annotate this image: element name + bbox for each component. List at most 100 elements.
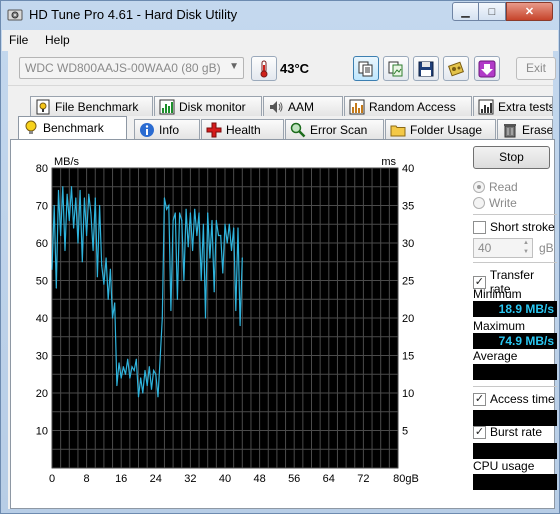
close-icon: ✕ xyxy=(524,6,535,18)
chart-data-point xyxy=(155,373,157,375)
chart-data-point xyxy=(150,388,153,390)
chart-data-point xyxy=(222,272,224,274)
spinner-arrows-icon[interactable]: ▲ ▼ xyxy=(520,239,532,257)
menu-file[interactable]: File xyxy=(9,33,28,47)
chart-data-point xyxy=(105,257,107,259)
chart-data-point xyxy=(70,186,73,188)
benchmark-chart: 80 70 60 50 40 30 20 10 40 35 30 25 20 15 10 5 0 8 16 24 32 4… xyxy=(18,146,422,491)
download-arrow-icon xyxy=(478,60,496,77)
write-radio[interactable]: Write xyxy=(473,196,517,210)
short-stroke-input[interactable]: 40 ▲ ▼ xyxy=(473,238,533,258)
trash-icon xyxy=(502,122,518,138)
tab-aam[interactable]: AAM xyxy=(263,96,343,116)
chart-x-tick-label: 72 xyxy=(357,473,369,485)
bar-chart-icon xyxy=(159,99,175,115)
chart-data-point xyxy=(146,384,148,387)
chart-data-point xyxy=(135,358,137,360)
maximum-value: 74.9 MB/s xyxy=(473,333,557,349)
temperature-button[interactable] xyxy=(251,56,277,81)
title-bar[interactable]: HD Tune Pro 4.61 - Hard Disk Utility ▁ □… xyxy=(1,1,559,29)
tab-label: Disk monitor xyxy=(179,99,246,114)
floppy-disk-icon xyxy=(418,61,434,76)
chart-y-tick-label: 30 xyxy=(36,351,48,363)
check-icon: ✓ xyxy=(473,392,486,406)
tab-folder-usage[interactable]: Folder Usage xyxy=(385,119,496,139)
chart-data-point xyxy=(53,204,55,207)
chart-data-point xyxy=(96,276,99,278)
chart-data-point xyxy=(235,309,237,312)
chart-data-point xyxy=(60,234,62,237)
chart-data-point xyxy=(116,384,118,387)
access-time-checkbox[interactable]: ✓ Access time xyxy=(473,392,555,406)
chart-data-point xyxy=(202,223,204,225)
short-stroke-label: Short stroke xyxy=(490,220,555,234)
tab-disk-monitor[interactable]: Disk monitor xyxy=(154,96,262,116)
main-window: HD Tune Pro 4.61 - Hard Disk Utility ▁ □… xyxy=(0,0,560,514)
chart-data-point xyxy=(94,197,96,199)
maximize-button[interactable]: □ xyxy=(479,2,506,21)
tab-error-scan[interactable]: Error Scan xyxy=(285,119,384,139)
exit-button[interactable]: Exit xyxy=(516,57,556,80)
chart-y-tick-label: 40 xyxy=(36,313,48,325)
tab-file-benchmark[interactable]: File Benchmark xyxy=(30,96,153,116)
chart-data-point xyxy=(133,369,135,372)
chart-data-point xyxy=(241,257,243,259)
options-button[interactable] xyxy=(443,56,469,81)
chart-data-point xyxy=(194,208,196,210)
minimum-value: 18.9 MB/s xyxy=(473,301,557,317)
chart-y-tick-label: 20 xyxy=(36,388,48,400)
copy-screenshot-button[interactable] xyxy=(383,56,409,81)
chart-data-point xyxy=(103,283,105,285)
short-stroke-unit: gB xyxy=(539,241,554,255)
tab-benchmark[interactable]: Benchmark xyxy=(18,116,127,139)
burst-rate-checkbox[interactable]: ✓ Burst rate xyxy=(473,425,542,439)
close-button[interactable]: ✕ xyxy=(506,2,553,21)
chart-data-point xyxy=(157,396,159,398)
chart-data-point xyxy=(51,268,53,270)
copy-text-button[interactable] xyxy=(353,56,379,81)
tab-extra-tests[interactable]: Extra tests xyxy=(473,96,553,116)
chart-data-point xyxy=(196,234,198,237)
tab-erase[interactable]: Erase xyxy=(497,119,553,139)
tab-random-access[interactable]: Random Access xyxy=(344,96,472,116)
chart-y2-tick-label: 30 xyxy=(402,238,414,250)
short-stroke-value: 40 xyxy=(478,241,492,255)
divider xyxy=(473,262,557,263)
chart-data-point xyxy=(131,366,133,368)
chart-data-point xyxy=(239,324,241,327)
chart-data-point xyxy=(144,369,146,372)
short-stroke-checkbox[interactable]: Short stroke xyxy=(473,220,555,234)
chart-data-point xyxy=(62,186,64,188)
menu-help[interactable]: Help xyxy=(45,33,70,47)
read-radio[interactable]: Read xyxy=(473,180,518,194)
tab-label: Extra tests xyxy=(498,99,553,114)
tab-label: Benchmark xyxy=(43,121,104,135)
short-stroke-box xyxy=(473,220,486,234)
chart-data-point xyxy=(204,317,207,319)
average-value xyxy=(473,364,557,380)
chart-data-point xyxy=(228,223,230,225)
chart-data-point xyxy=(73,227,75,229)
chart-data-point xyxy=(233,227,235,229)
client-area: WDC WD800AAJS-00WAA0 (80 gB) ▼ 43°C Exit… xyxy=(8,51,557,509)
download-button[interactable] xyxy=(474,56,500,81)
chart-data-point xyxy=(120,377,122,379)
divider xyxy=(473,386,557,387)
speaker-icon xyxy=(268,99,284,115)
drive-select[interactable]: WDC WD800AAJS-00WAA0 (80 gB) ▼ xyxy=(19,57,244,79)
chart-data-point xyxy=(114,302,116,304)
chart-y-tick-label: 60 xyxy=(36,238,48,250)
chart-data-point xyxy=(161,317,163,319)
chart-y2-tick-label: 10 xyxy=(402,388,414,400)
chart-data-point xyxy=(159,358,161,360)
menu-bar: File Help xyxy=(2,30,558,51)
save-button[interactable] xyxy=(413,56,439,81)
stop-button[interactable]: Stop xyxy=(473,146,550,169)
minimize-button[interactable]: ▁ xyxy=(452,2,479,21)
tab-label: Info xyxy=(159,122,180,137)
tab-health[interactable]: Health xyxy=(201,119,284,139)
tab-info[interactable]: Info xyxy=(134,119,200,139)
chart-data-point xyxy=(124,373,127,375)
minimum-label: Minimum xyxy=(473,287,522,301)
chart-data-point xyxy=(163,197,166,199)
